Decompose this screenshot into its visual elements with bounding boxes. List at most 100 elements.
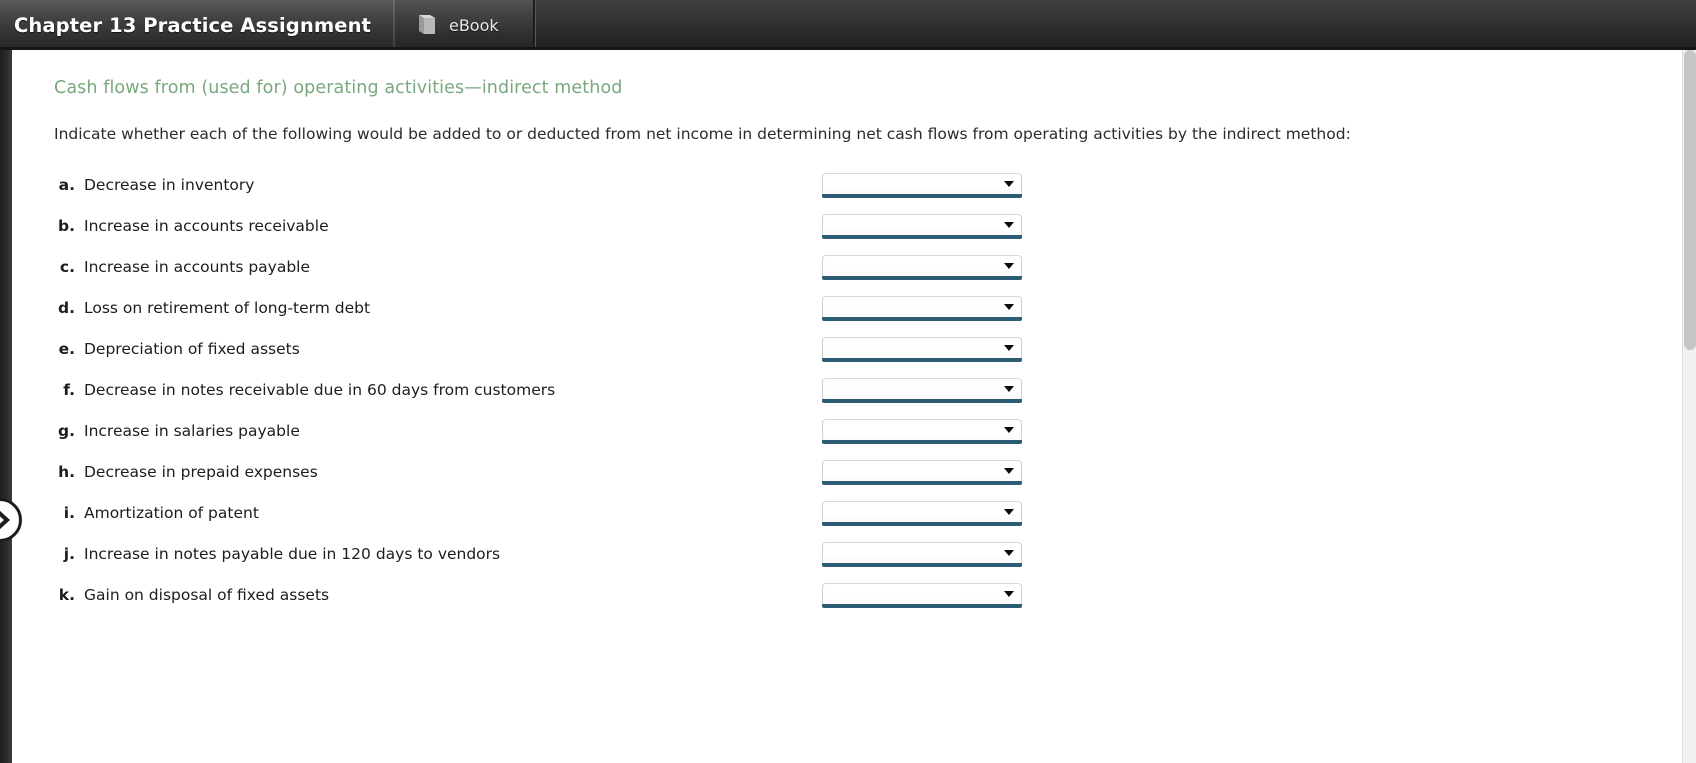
list-item: b. Increase in accounts receivable bbox=[54, 205, 1682, 246]
answer-select-e[interactable] bbox=[822, 336, 1022, 362]
item-label: Decrease in prepaid expenses bbox=[84, 462, 318, 481]
left-rail bbox=[0, 50, 22, 763]
chevron-right-icon bbox=[0, 507, 13, 533]
item-label: Depreciation of fixed assets bbox=[84, 339, 300, 358]
select-box[interactable] bbox=[822, 336, 1022, 358]
select-box[interactable] bbox=[822, 582, 1022, 604]
tab-ebook[interactable]: eBook bbox=[394, 0, 533, 50]
select-box[interactable] bbox=[822, 459, 1022, 481]
tab-assignment-title[interactable]: Chapter 13 Practice Assignment bbox=[0, 0, 393, 50]
list-item: e. Depreciation of fixed assets bbox=[54, 328, 1682, 369]
chevron-down-icon bbox=[1004, 508, 1014, 515]
answer-select-d[interactable] bbox=[822, 295, 1022, 321]
chevron-down-icon bbox=[1004, 590, 1014, 597]
book-icon bbox=[417, 14, 437, 36]
item-marker: i. bbox=[63, 503, 75, 522]
item-control bbox=[822, 418, 1682, 444]
chevron-down-icon bbox=[1004, 426, 1014, 433]
select-box[interactable] bbox=[822, 172, 1022, 194]
select-box[interactable] bbox=[822, 541, 1022, 563]
item-control bbox=[822, 582, 1682, 608]
list-item: a. Decrease in inventory bbox=[54, 164, 1682, 205]
answer-select-b[interactable] bbox=[822, 213, 1022, 239]
list-item: g. Increase in salaries payable bbox=[54, 410, 1682, 451]
list-item: j. Increase in notes payable due in 120 … bbox=[54, 533, 1682, 574]
item-label: Decrease in notes receivable due in 60 d… bbox=[84, 380, 556, 399]
answer-select-h[interactable] bbox=[822, 459, 1022, 485]
item-marker: g. bbox=[58, 421, 75, 440]
item-label: Amortization of patent bbox=[84, 503, 259, 522]
question-list: a. Decrease in inventory b. Increase in … bbox=[54, 164, 1682, 615]
answer-select-f[interactable] bbox=[822, 377, 1022, 403]
list-item: h. Decrease in prepaid expenses bbox=[54, 451, 1682, 492]
list-item: c. Increase in accounts payable bbox=[54, 246, 1682, 287]
select-underline bbox=[822, 316, 1022, 321]
top-tab-bar: Chapter 13 Practice Assignment eBook bbox=[0, 0, 1696, 50]
list-item: d. Loss on retirement of long-term debt bbox=[54, 287, 1682, 328]
item-marker: j. bbox=[63, 544, 75, 563]
main-content: Cash flows from (used for) operating act… bbox=[12, 50, 1682, 763]
item-control bbox=[822, 377, 1682, 403]
item-label: Decrease in inventory bbox=[84, 175, 255, 194]
ebook-tab-label: eBook bbox=[448, 15, 499, 35]
select-box[interactable] bbox=[822, 500, 1022, 522]
topbar-empty-area bbox=[532, 0, 1696, 50]
select-underline bbox=[822, 234, 1022, 239]
select-underline bbox=[822, 275, 1022, 280]
item-marker: a. bbox=[58, 175, 75, 194]
chevron-down-icon bbox=[1004, 467, 1014, 474]
select-underline bbox=[822, 480, 1022, 485]
chevron-down-icon bbox=[1004, 303, 1014, 310]
section-heading: Cash flows from (used for) operating act… bbox=[54, 78, 623, 98]
item-marker: e. bbox=[58, 339, 75, 358]
scrollbar-thumb[interactable] bbox=[1684, 50, 1696, 350]
item-label: Increase in accounts payable bbox=[84, 257, 311, 276]
answer-select-g[interactable] bbox=[822, 418, 1022, 444]
item-label: Loss on retirement of long-term debt bbox=[84, 298, 371, 317]
answer-select-a[interactable] bbox=[822, 172, 1022, 198]
select-underline bbox=[822, 562, 1022, 567]
chevron-down-icon bbox=[1004, 385, 1014, 392]
item-control bbox=[822, 336, 1682, 362]
select-underline bbox=[822, 398, 1022, 403]
assignment-page: Chapter 13 Practice Assignment eBook Cas… bbox=[0, 0, 1696, 763]
list-item: i. Amortization of patent bbox=[54, 492, 1682, 533]
item-control bbox=[822, 500, 1682, 526]
answer-select-j[interactable] bbox=[822, 541, 1022, 567]
item-marker: b. bbox=[58, 216, 75, 235]
select-underline bbox=[822, 603, 1022, 608]
item-control bbox=[822, 459, 1682, 485]
select-underline bbox=[822, 357, 1022, 362]
item-marker: f. bbox=[63, 380, 75, 399]
item-label: Increase in accounts receivable bbox=[84, 216, 329, 235]
select-box[interactable] bbox=[822, 377, 1022, 399]
item-marker: d. bbox=[58, 298, 75, 317]
select-underline bbox=[822, 521, 1022, 526]
item-label: Increase in notes payable due in 120 day… bbox=[84, 544, 501, 563]
item-label: Increase in salaries payable bbox=[84, 421, 300, 440]
select-box[interactable] bbox=[822, 254, 1022, 276]
chevron-down-icon bbox=[1004, 549, 1014, 556]
vertical-scrollbar[interactable] bbox=[1682, 50, 1696, 763]
select-box[interactable] bbox=[822, 213, 1022, 235]
answer-select-c[interactable] bbox=[822, 254, 1022, 280]
item-control bbox=[822, 172, 1682, 198]
item-marker: k. bbox=[58, 585, 75, 604]
item-control bbox=[822, 295, 1682, 321]
item-marker: h. bbox=[58, 462, 75, 481]
assignment-title-text: Chapter 13 Practice Assignment bbox=[14, 13, 371, 37]
chevron-down-icon bbox=[1004, 262, 1014, 269]
select-box[interactable] bbox=[822, 418, 1022, 440]
item-marker: c. bbox=[59, 257, 75, 276]
chevron-down-icon bbox=[1004, 344, 1014, 351]
item-control bbox=[822, 541, 1682, 567]
answer-select-k[interactable] bbox=[822, 582, 1022, 608]
chevron-down-icon bbox=[1004, 180, 1014, 187]
instruction-text: Indicate whether each of the following w… bbox=[54, 125, 1351, 143]
item-control bbox=[822, 213, 1682, 239]
select-box[interactable] bbox=[822, 295, 1022, 317]
chevron-down-icon bbox=[1004, 221, 1014, 228]
select-underline bbox=[822, 193, 1022, 198]
answer-select-i[interactable] bbox=[822, 500, 1022, 526]
list-item: k. Gain on disposal of fixed assets bbox=[54, 574, 1682, 615]
